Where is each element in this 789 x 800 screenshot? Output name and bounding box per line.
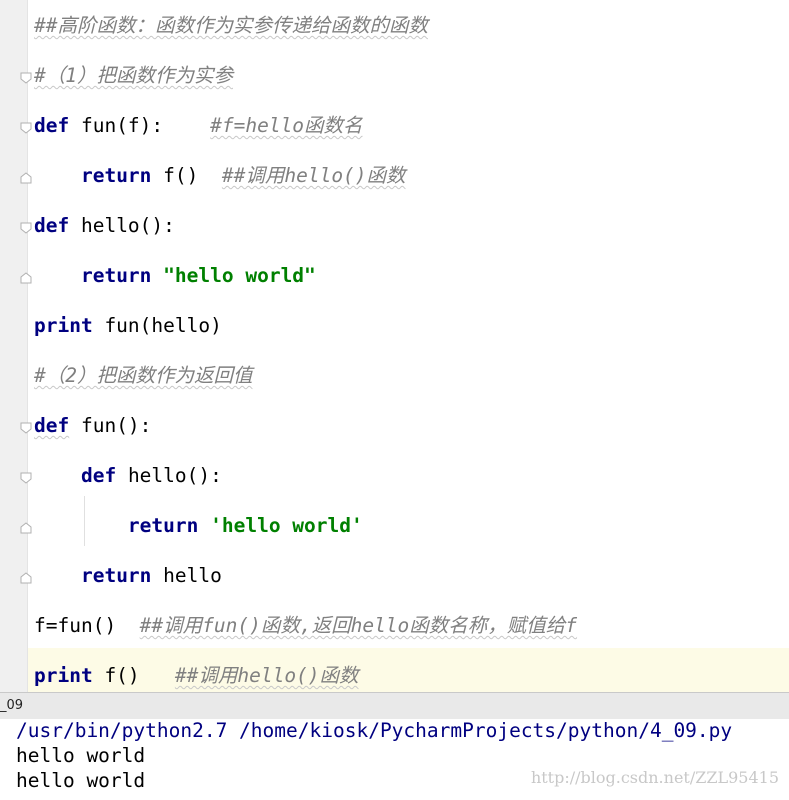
fold-end-marker-icon[interactable] (20, 172, 32, 184)
code-line-12[interactable]: return hello (34, 564, 222, 588)
comment: #f=hello函数名 (210, 114, 363, 137)
code-line-1[interactable]: ##高阶函数：函数作为实参传递给函数的函数 (34, 14, 428, 38)
comment: ##调用hello()函数 (221, 164, 406, 187)
code-text: f() (151, 164, 222, 187)
run-panel-header[interactable]: _09 (0, 692, 789, 720)
code-line-13[interactable]: f=fun() ##调用fun()函数,返回hello函数名称，赋值给f (34, 614, 577, 638)
code-line-5[interactable]: def hello(): (34, 214, 175, 238)
comment: ##高阶函数：函数作为实参传递给函数的函数 (34, 14, 428, 37)
code-line-8[interactable]: #（2）把函数作为返回值 (34, 364, 252, 388)
fold-marker-icon[interactable] (20, 422, 32, 434)
code-line-7[interactable]: print fun(hello) (34, 314, 222, 338)
code-line-14[interactable]: print f() ##调用hello()函数 (34, 664, 359, 688)
code-editor[interactable]: ##高阶函数：函数作为实参传递给函数的函数 #（1）把函数作为实参 def fu… (0, 0, 789, 692)
fold-marker-icon[interactable] (20, 122, 32, 134)
keyword: return (80, 564, 152, 587)
string-literal: 'hello world' (210, 514, 363, 537)
code-text: hello(): (116, 464, 222, 487)
editor-gutter (0, 0, 28, 692)
run-console[interactable]: /usr/bin/python2.7 /home/kiosk/PycharmPr… (0, 719, 789, 800)
console-output-line: hello world (16, 744, 146, 767)
fold-marker-icon[interactable] (20, 72, 32, 84)
code-line-9[interactable]: def fun(): (34, 414, 151, 438)
code-line-6[interactable]: return "hello world" (34, 264, 316, 288)
code-text: fun(hello) (92, 314, 222, 337)
comment: #（2）把函数作为返回值 (34, 364, 253, 387)
fold-marker-icon[interactable] (20, 222, 32, 234)
code-text: hello (151, 564, 222, 587)
code-text: f() (92, 664, 175, 687)
fold-marker-icon[interactable] (20, 472, 32, 484)
code-line-2[interactable]: #（1）把函数作为实参 (34, 64, 233, 88)
keyword: def (34, 214, 70, 237)
code-text: fun(): (69, 414, 152, 437)
keyword: def (80, 464, 117, 487)
code-line-3[interactable]: def fun(f): #f=hello函数名 (34, 114, 363, 138)
keyword: return (127, 514, 199, 537)
string-literal: "hello world" (163, 264, 316, 287)
console-output-line: hello world (16, 769, 146, 792)
keyword: return (80, 164, 152, 187)
code-line-10[interactable]: def hello(): (34, 464, 222, 488)
fold-end-marker-icon[interactable] (20, 272, 32, 284)
keyword: return (80, 264, 152, 287)
fold-end-marker-icon[interactable] (20, 572, 32, 584)
code-text: f=fun() (34, 614, 140, 637)
watermark: http://blog.csdn.net/ZZL95415 (530, 768, 779, 787)
code-text: hello(): (69, 214, 175, 237)
code-line-4[interactable]: return f() ##调用hello()函数 (34, 164, 406, 188)
keyword: print (34, 664, 93, 687)
keyword: def (34, 414, 70, 437)
code-line-11[interactable]: return 'hello world' (34, 514, 363, 538)
console-command: /usr/bin/python2.7 /home/kiosk/PycharmPr… (16, 719, 733, 742)
run-tab-label[interactable]: _09 (0, 698, 23, 713)
fold-end-marker-icon[interactable] (20, 522, 32, 534)
comment: ##调用fun()函数,返回hello函数名称，赋值给f (139, 614, 578, 637)
comment: ##调用hello()函数 (174, 664, 359, 687)
keyword: print (34, 314, 93, 337)
code-text: fun(f): (69, 114, 211, 137)
keyword: def (34, 114, 70, 137)
comment: #（1）把函数作为实参 (34, 64, 233, 87)
